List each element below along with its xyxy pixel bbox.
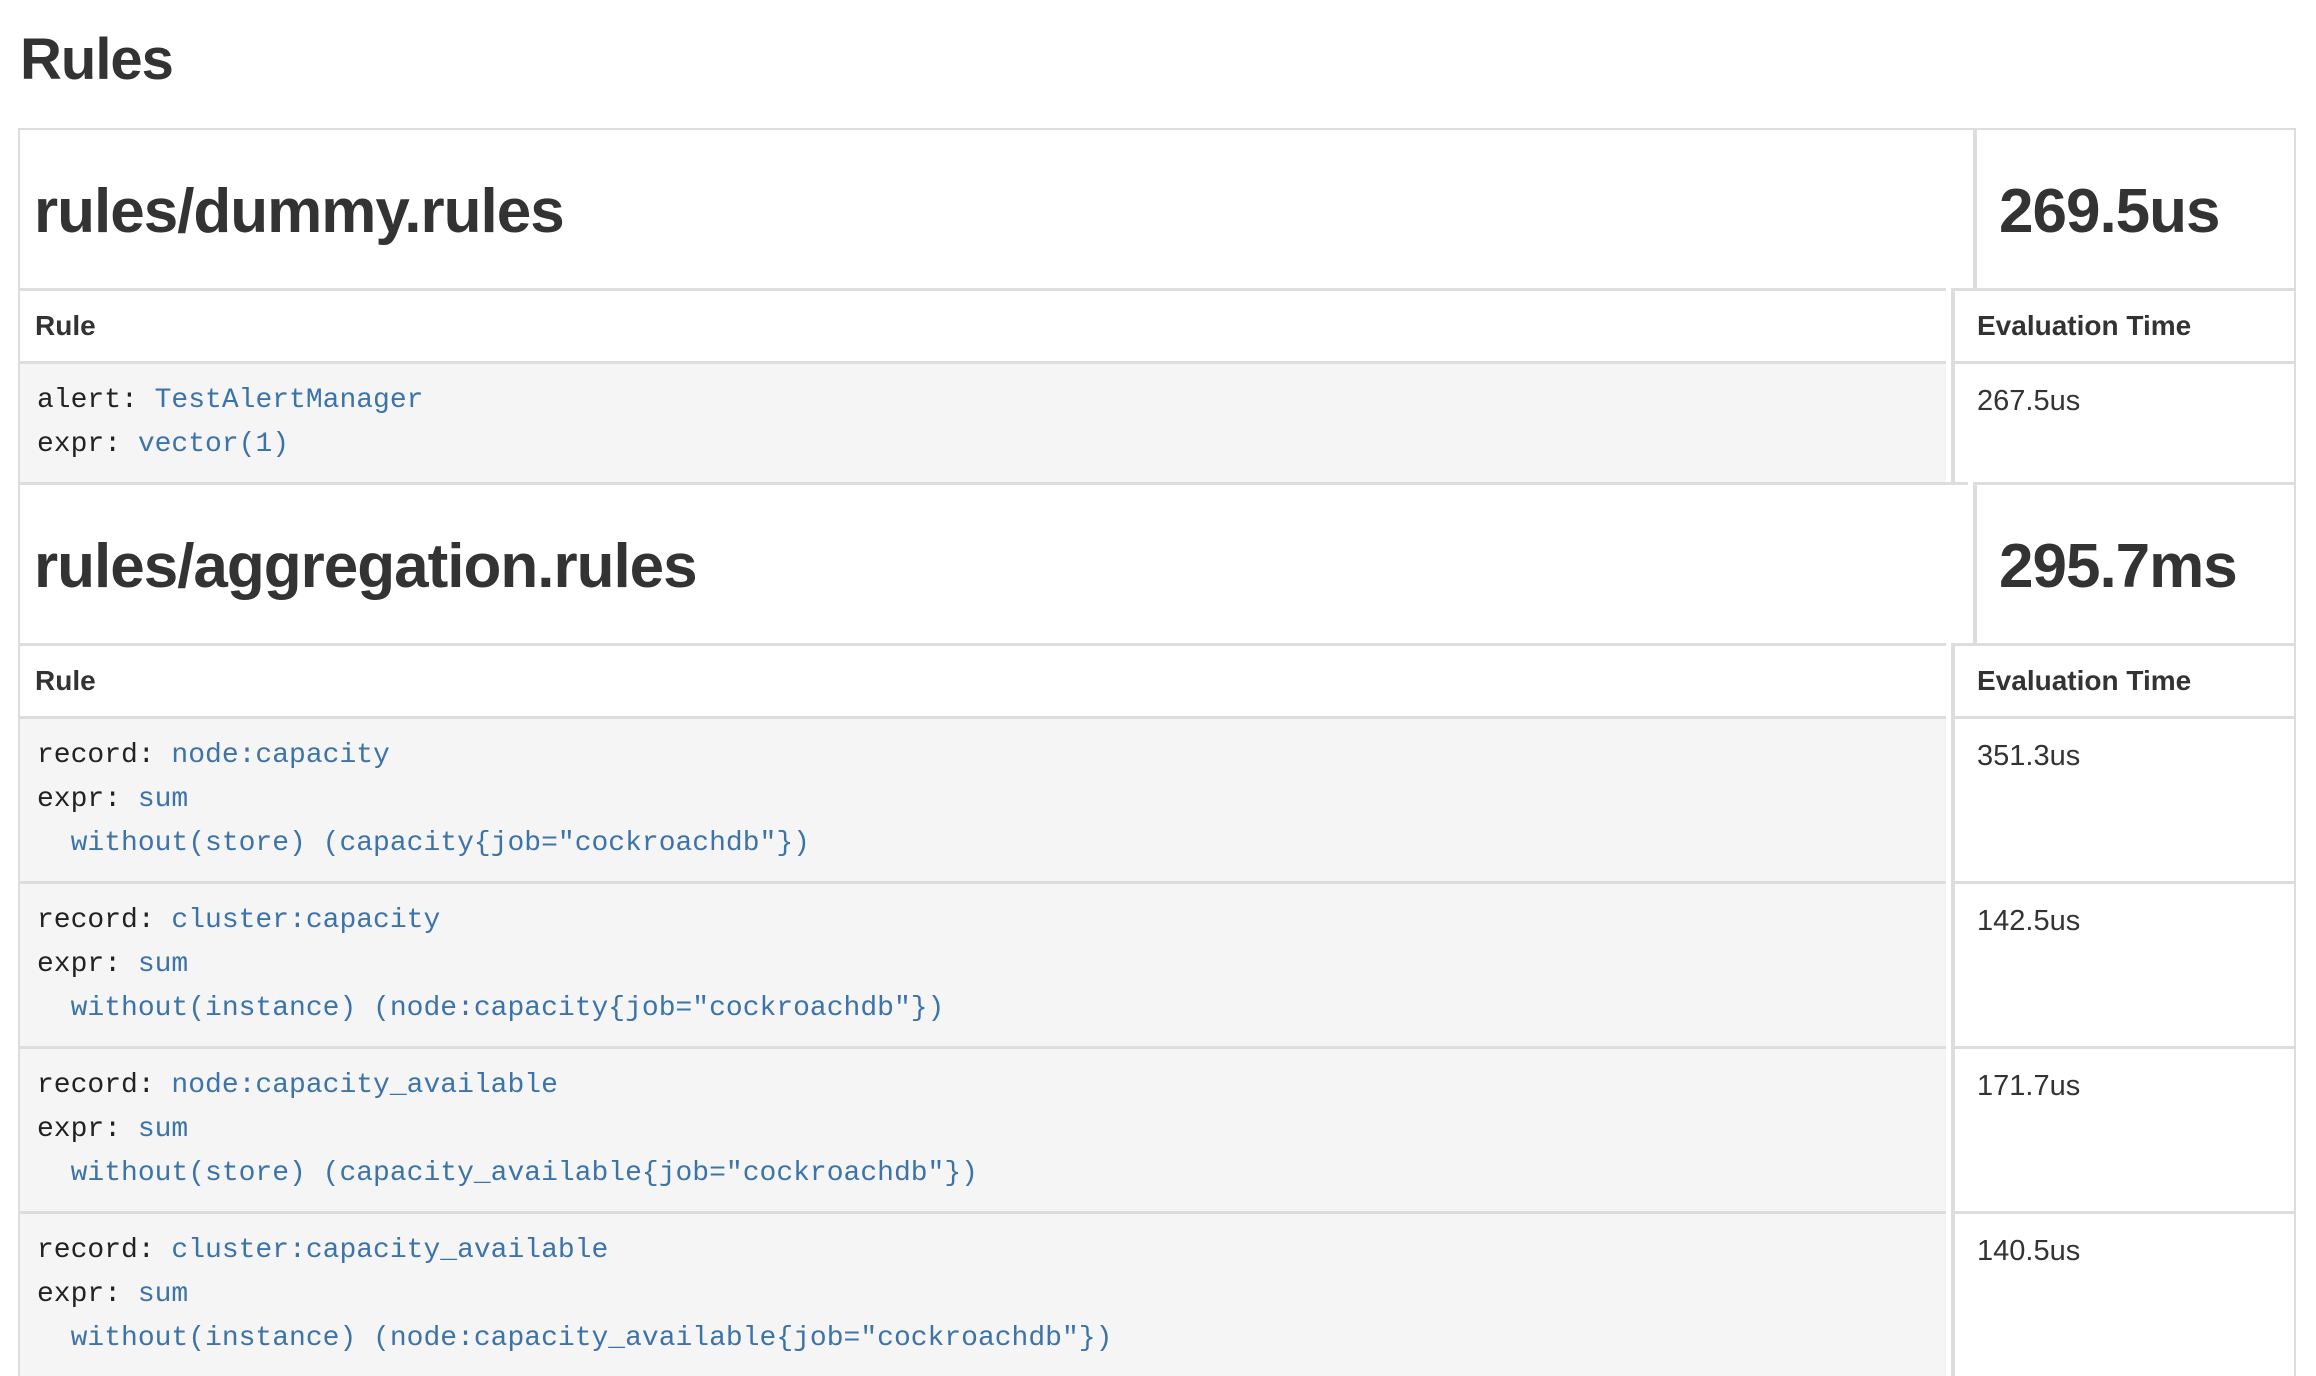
- rule-eval-time: 171.7us: [1977, 1070, 2080, 1102]
- rule-row-time-cell: 140.5us: [1955, 1211, 2294, 1376]
- rule-group-name: rules/dummy.rules: [20, 130, 1968, 288]
- rule-expression-link[interactable]: node:capacity: [171, 740, 389, 771]
- column-divider: [1946, 1046, 1955, 1211]
- rule-group-header-time-cell: 295.7ms: [1977, 482, 2294, 643]
- rule-group-header-rule-cell: rules/aggregation.rules: [20, 482, 1968, 643]
- rule-keyword: expr:: [37, 1114, 138, 1145]
- rule-keyword: expr:: [37, 949, 138, 980]
- rule-keyword: record:: [37, 740, 171, 771]
- rule-row-rule-cell: record: node:capacity_available expr: su…: [20, 1046, 1946, 1211]
- rule-definition: record: node:capacity expr: sum without(…: [20, 719, 1946, 881]
- rule-group-eval-time: 295.7ms: [1977, 485, 2294, 643]
- rule-eval-time: 351.3us: [1977, 740, 2080, 772]
- rule-row-time-cell: 267.5us: [1955, 361, 2294, 482]
- rule-row: record: cluster:capacity_available expr:…: [20, 1211, 2294, 1376]
- rule-group-eval-time: 269.5us: [1977, 130, 2294, 288]
- column-divider: [1946, 643, 1955, 716]
- rule-expression-link[interactable]: sum: [138, 1279, 188, 1310]
- rule-group-name: rules/aggregation.rules: [20, 485, 1968, 643]
- rule-row-rule-cell: record: cluster:capacity expr: sum witho…: [20, 881, 1946, 1046]
- rule-row: record: node:capacity expr: sum without(…: [20, 716, 2294, 881]
- rule-column-label: Rule: [35, 665, 96, 696]
- rule-keyword: record:: [37, 1235, 171, 1266]
- rule-group-header-time-cell: 269.5us: [1977, 130, 2294, 288]
- rule-eval-time: 142.5us: [1977, 905, 2080, 937]
- rule-expression-link[interactable]: without(instance) (node:capacity{job="co…: [37, 993, 944, 1024]
- rule-row-rule-cell: alert: TestAlertManager expr: vector(1): [20, 361, 1946, 482]
- rule-keyword: expr:: [37, 1279, 138, 1310]
- rule-expression-link[interactable]: sum: [138, 949, 188, 980]
- rule-expression-link[interactable]: sum: [138, 1114, 188, 1145]
- column-header-rule-cell: Rule: [20, 643, 1946, 716]
- rule-definition: record: cluster:capacity expr: sum witho…: [20, 884, 1946, 1046]
- rule-expression-link[interactable]: without(instance) (node:capacity_availab…: [37, 1323, 1112, 1354]
- rule-keyword: expr:: [37, 784, 138, 815]
- rule-row-rule-cell: record: node:capacity expr: sum without(…: [20, 716, 1946, 881]
- evaluation-time-column-label: Evaluation Time: [1977, 665, 2191, 696]
- column-divider: [1946, 1211, 1955, 1376]
- rule-keyword: record:: [37, 905, 171, 936]
- rule-group-header-rule-cell: rules/dummy.rules: [20, 130, 1968, 288]
- rule-expression-link[interactable]: vector(1): [138, 429, 289, 460]
- column-divider: [1946, 361, 1955, 482]
- rule-definition: record: node:capacity_available expr: su…: [20, 1049, 1946, 1211]
- rule-expression-link[interactable]: sum: [138, 784, 188, 815]
- column-header-rule-cell: Rule: [20, 288, 1946, 361]
- column-divider: [1946, 716, 1955, 881]
- rule-column-label: Rule: [35, 310, 96, 341]
- rule-definition: alert: TestAlertManager expr: vector(1): [20, 364, 1946, 482]
- rule-row: alert: TestAlertManager expr: vector(1) 2…: [20, 361, 2294, 482]
- rule-expression-link[interactable]: cluster:capacity: [171, 905, 440, 936]
- rule-expression-link[interactable]: TestAlertManager: [155, 385, 424, 416]
- rule-keyword: expr:: [37, 429, 138, 460]
- evaluation-time-column-label: Evaluation Time: [1977, 310, 2191, 341]
- rule-row-time-cell: 171.7us: [1955, 1046, 2294, 1211]
- rule-eval-time: 267.5us: [1977, 385, 2080, 417]
- rule-row: record: cluster:capacity expr: sum witho…: [20, 881, 2294, 1046]
- rule-row-rule-cell: record: cluster:capacity_available expr:…: [20, 1211, 1946, 1376]
- rule-group-header: rules/aggregation.rules295.7ms: [20, 482, 2294, 643]
- column-header-time-cell: Evaluation Time: [1955, 288, 2294, 361]
- rule-expression-link[interactable]: cluster:capacity_available: [171, 1235, 608, 1266]
- column-divider: [1968, 130, 1977, 288]
- page-title: Rules: [20, 28, 2296, 92]
- rule-keyword: record:: [37, 1070, 171, 1101]
- rule-expression-link[interactable]: without(store) (capacity{job="cockroachd…: [37, 828, 810, 859]
- rules-table: rules/dummy.rules269.5us Rule Evaluation T…: [18, 128, 2296, 1376]
- rule-row: record: node:capacity_available expr: su…: [20, 1046, 2294, 1211]
- rule-eval-time: 140.5us: [1977, 1235, 2080, 1267]
- rule-expression-link[interactable]: node:capacity_available: [171, 1070, 557, 1101]
- column-header-time-cell: Evaluation Time: [1955, 643, 2294, 716]
- rule-row-time-cell: 351.3us: [1955, 716, 2294, 881]
- rule-keyword: alert:: [37, 385, 155, 416]
- rule-expression-link[interactable]: without(store) (capacity_available{job="…: [37, 1158, 978, 1189]
- rules-page: Rules rules/dummy.rules269.5us Rule Evalua…: [0, 0, 2316, 1376]
- column-divider: [1968, 482, 1977, 643]
- column-header: Rule Evaluation Time: [20, 643, 2294, 716]
- rule-definition: record: cluster:capacity_available expr:…: [20, 1214, 1946, 1376]
- rule-group-header: rules/dummy.rules269.5us: [20, 130, 2294, 288]
- column-header: Rule Evaluation Time: [20, 288, 2294, 361]
- rule-row-time-cell: 142.5us: [1955, 881, 2294, 1046]
- column-divider: [1946, 288, 1955, 361]
- column-divider: [1946, 881, 1955, 1046]
